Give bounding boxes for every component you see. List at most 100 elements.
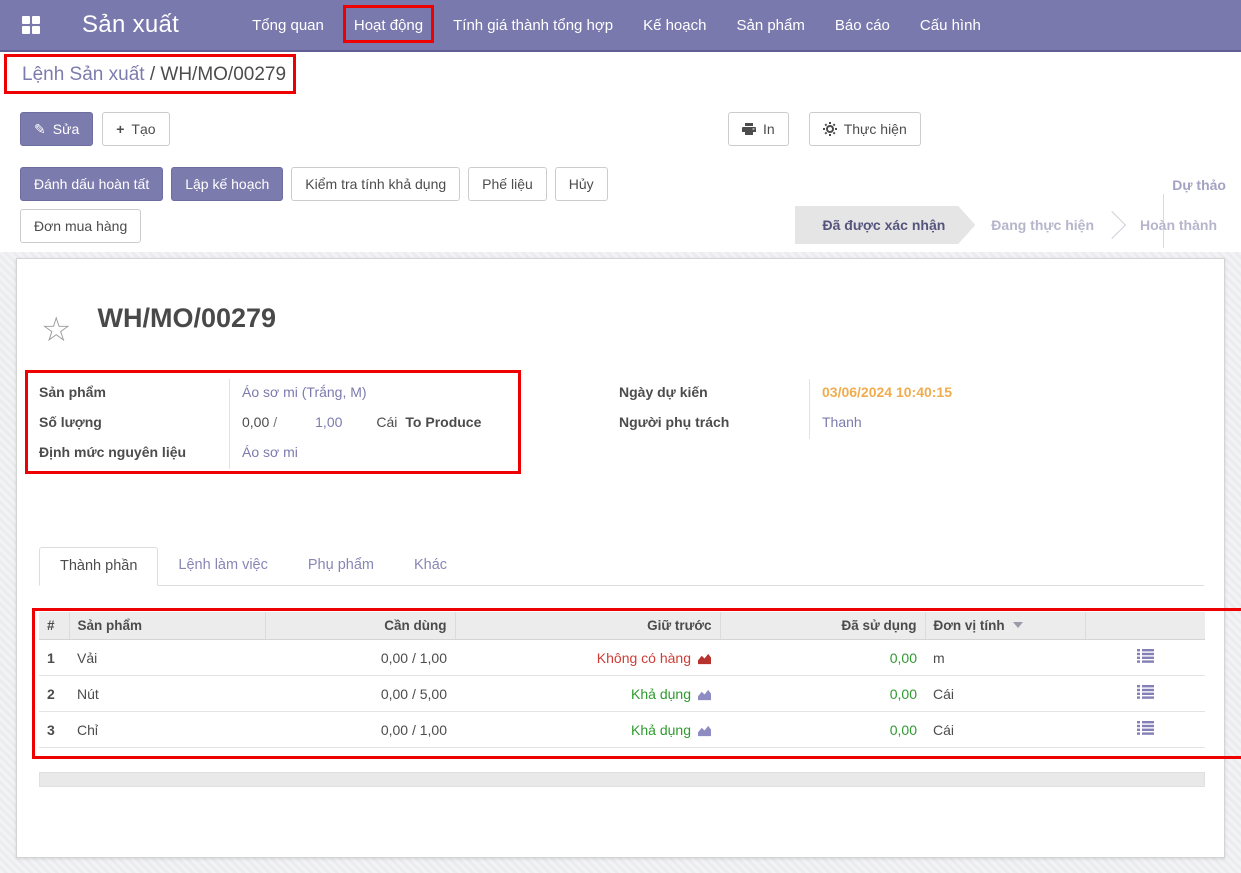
statusbar: Đã được xác nhận Đang thực hiện Hoàn thà… [795, 205, 1234, 245]
components-table-wrap: # Sản phẩm Cần dùng Giữ trước Đã sử dụng… [39, 612, 1204, 748]
field-bom-label: Định mức nguyên liệu [39, 439, 229, 469]
statusbar-step-done[interactable]: Hoàn thành [1124, 206, 1233, 244]
plus-icon: + [116, 120, 124, 138]
row-to-consume: 0,00 / 5,00 [265, 676, 455, 712]
row-uom: Cái [925, 676, 1085, 712]
quantity-planned[interactable]: 1,00 [315, 414, 342, 430]
nav-item-tinh-gia-thanh[interactable]: Tính giá thành tổng hợp [438, 1, 628, 50]
mark-done-button[interactable]: Đánh dấu hoàn tất [20, 167, 163, 201]
col-header-uom[interactable]: Đơn vị tính [925, 612, 1085, 640]
status-buttons-row-2: Đơn mua hàng [20, 209, 141, 243]
row-product: Vải [69, 640, 265, 676]
nav-item-ke-hoach[interactable]: Kế hoạch [628, 1, 721, 50]
field-bom: Định mức nguyên liệu Áo sơ mi [39, 439, 507, 469]
components-table: # Sản phẩm Cần dùng Giữ trước Đã sử dụng… [39, 612, 1205, 748]
create-button[interactable]: + Tạo [102, 112, 169, 146]
forecast-chart-icon[interactable] [697, 688, 712, 701]
printer-icon [742, 123, 756, 136]
action-menu-button[interactable]: Thực hiện [809, 112, 921, 146]
col-header-to-consume[interactable]: Cần dùng [265, 612, 455, 640]
statusbar-step-draft[interactable]: Dự thảo [1162, 173, 1236, 197]
table-row[interactable]: 2 Nút 0,00 / 5,00 Khả dụng 0,00 Cái [39, 676, 1205, 712]
notebook-tabs: Thành phần Lệnh làm việc Phụ phẩm Khác [39, 547, 1204, 586]
tab-lenh-lam-viec[interactable]: Lệnh làm việc [158, 547, 287, 585]
field-scheduled-date-value: 03/06/2024 10:40:15 [822, 384, 952, 400]
scrap-button[interactable]: Phế liệu [468, 167, 547, 201]
quantity-separator: / [273, 414, 277, 430]
gear-icon [823, 122, 837, 136]
row-index: 3 [39, 712, 69, 748]
row-index: 2 [39, 676, 69, 712]
field-scheduled-date: Ngày dự kiến 03/06/2024 10:40:15 [619, 379, 1179, 409]
col-header-actions [1085, 612, 1205, 640]
field-scheduled-date-label: Ngày dự kiến [619, 379, 809, 409]
field-group-right: Ngày dự kiến 03/06/2024 10:40:15 Người p… [619, 379, 1179, 439]
breadcrumb-current: WH/MO/00279 [160, 64, 286, 85]
apps-grid-icon[interactable] [22, 16, 40, 34]
page-title: WH/MO/00279 [97, 303, 276, 334]
sort-caret-icon [1013, 622, 1023, 628]
print-button[interactable]: In [728, 112, 789, 146]
tab-khac[interactable]: Khác [394, 547, 467, 585]
status-buttons-row-1: Đánh dấu hoàn tất Lập kế hoạch Kiểm tra … [20, 167, 608, 201]
row-product: Nút [69, 676, 265, 712]
field-product: Sản phẩm Áo sơ mi (Trắng, M) [39, 379, 507, 409]
forecast-chart-icon[interactable] [697, 724, 712, 737]
nav-item-cau-hinh[interactable]: Cấu hình [905, 1, 996, 50]
row-product: Chỉ [69, 712, 265, 748]
breadcrumb-parent[interactable]: Lệnh Sản xuất [22, 64, 145, 85]
row-index: 1 [39, 640, 69, 676]
field-product-value[interactable]: Áo sơ mi (Trắng, M) [242, 384, 367, 400]
field-group-left: Sản phẩm Áo sơ mi (Trắng, M) Số lượng 0,… [39, 379, 507, 469]
tab-phu-pham[interactable]: Phụ phẩm [288, 547, 394, 585]
favorite-star-icon[interactable]: ☆ [41, 313, 71, 347]
move-lines-list-icon[interactable] [1137, 685, 1154, 702]
tab-thanh-phan[interactable]: Thành phần [39, 547, 158, 586]
table-row[interactable]: 3 Chỉ 0,00 / 1,00 Khả dụng 0,00 Cái [39, 712, 1205, 748]
statusbar-step-confirmed[interactable]: Đã được xác nhận [795, 206, 976, 244]
row-reserved: Khả dụng [455, 676, 720, 712]
col-header-consumed[interactable]: Đã sử dụng [720, 612, 925, 640]
row-to-consume: 0,00 / 1,00 [265, 640, 455, 676]
field-product-label: Sản phẩm [39, 379, 229, 409]
col-header-index[interactable]: # [39, 612, 69, 640]
field-responsible: Người phụ trách Thanh [619, 409, 1179, 439]
move-lines-list-icon[interactable] [1137, 721, 1154, 738]
table-row[interactable]: 1 Vải 0,00 / 1,00 Không có hàng 0,00 m [39, 640, 1205, 676]
field-responsible-label: Người phụ trách [619, 409, 809, 439]
plan-button[interactable]: Lập kế hoạch [171, 167, 283, 201]
field-quantity-label: Số lượng [39, 409, 229, 439]
row-uom: m [925, 640, 1085, 676]
field-responsible-value[interactable]: Thanh [822, 414, 862, 430]
field-groups: Sản phẩm Áo sơ mi (Trắng, M) Số lượng 0,… [39, 379, 1204, 501]
row-to-consume: 0,00 / 1,00 [265, 712, 455, 748]
nav-item-hoat-dong[interactable]: Hoạt động [339, 1, 438, 50]
move-lines-list-icon[interactable] [1137, 649, 1154, 666]
edit-create-row: ✎ Sửa + Tạo [20, 112, 170, 146]
to-produce-label: To Produce [405, 414, 481, 430]
nav-item-tong-quan[interactable]: Tổng quan [237, 1, 339, 50]
table-header-row: # Sản phẩm Cần dùng Giữ trước Đã sử dụng… [39, 612, 1205, 640]
row-consumed: 0,00 [720, 676, 925, 712]
col-header-reserved[interactable]: Giữ trước [455, 612, 720, 640]
top-navbar: Sản xuất Tổng quan Hoạt động Tính giá th… [0, 0, 1241, 52]
empty-footer-bar [39, 772, 1205, 787]
nav-item-bao-cao[interactable]: Báo cáo [820, 1, 905, 50]
breadcrumb-separator: / [145, 64, 161, 85]
purchase-orders-button[interactable]: Đơn mua hàng [20, 209, 141, 243]
edit-button[interactable]: ✎ Sửa [20, 112, 93, 146]
field-bom-value[interactable]: Áo sơ mi [242, 444, 298, 460]
col-header-product[interactable]: Sản phẩm [69, 612, 265, 640]
cancel-button[interactable]: Hủy [555, 167, 608, 201]
forecast-chart-icon[interactable] [697, 652, 712, 665]
title-block: ☆ WH/MO/00279 [39, 259, 1204, 347]
statusbar-step-in-progress[interactable]: Đang thực hiện [975, 206, 1110, 244]
check-availability-button[interactable]: Kiểm tra tính khả dụng [291, 167, 460, 201]
print-action-row: In Thực hiện [728, 112, 921, 146]
nav-item-san-pham[interactable]: Sản phẩm [721, 1, 819, 50]
quantity-uom: Cái [376, 414, 397, 430]
row-uom: Cái [925, 712, 1085, 748]
row-reserved: Không có hàng [455, 640, 720, 676]
row-consumed: 0,00 [720, 712, 925, 748]
row-reserved: Khả dụng [455, 712, 720, 748]
